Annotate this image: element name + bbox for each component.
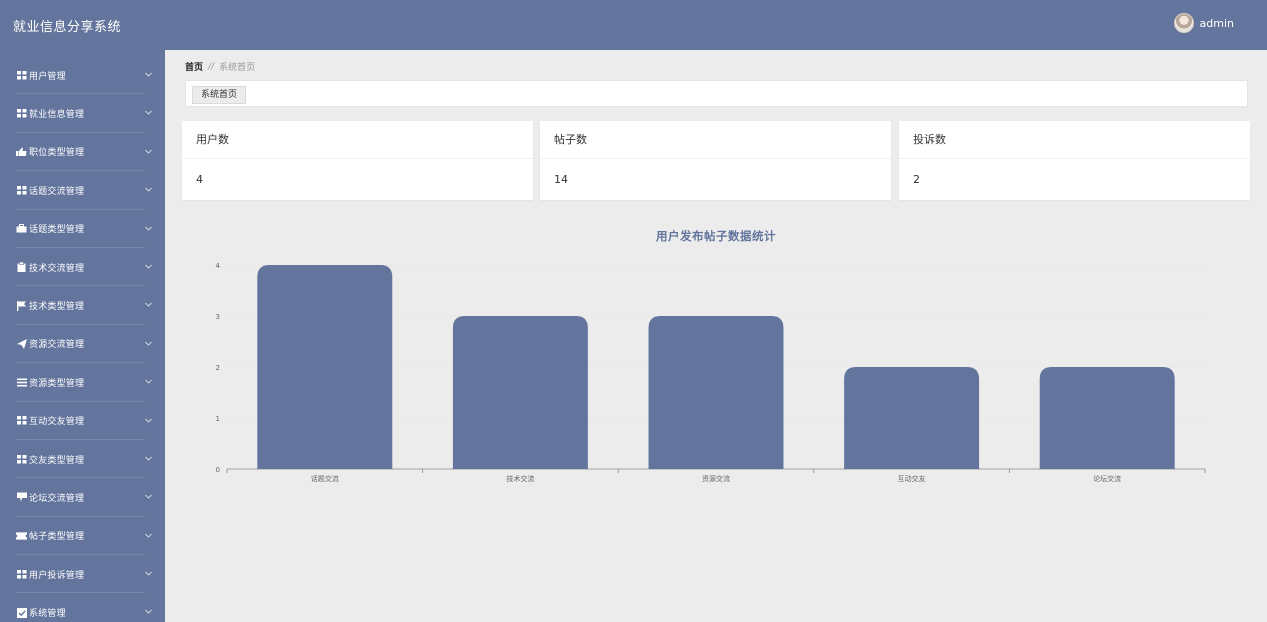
- breadcrumb-separator: //: [208, 61, 215, 72]
- stat-value: 4: [196, 173, 203, 186]
- x-tick-label: 互动交友: [898, 474, 926, 483]
- stat-value: 2: [913, 173, 920, 186]
- grid-icon: [16, 109, 27, 119]
- sidebar-item[interactable]: 用户管理: [0, 56, 165, 95]
- grid-icon: [16, 416, 27, 426]
- sidebar-item[interactable]: 用户投诉管理: [0, 555, 165, 594]
- chevron-down-icon: [145, 418, 152, 423]
- bar[interactable]: [648, 316, 784, 469]
- sidebar-item-label: 话题类型管理: [29, 225, 85, 236]
- sidebar-item[interactable]: 帖子类型管理: [0, 517, 165, 556]
- sidebar-item-label: 资源交流管理: [29, 340, 85, 351]
- y-tick-label: 1: [216, 415, 220, 423]
- top-bar: 就业信息分享系统 admin: [0, 0, 1267, 50]
- bar[interactable]: [1039, 367, 1175, 469]
- bar[interactable]: [257, 265, 393, 469]
- chevron-down-icon: [145, 494, 152, 499]
- grid-icon: [16, 454, 27, 464]
- sidebar-item[interactable]: 职位类型管理: [0, 133, 165, 172]
- stat-card-complaints: 投诉数 2: [899, 121, 1250, 200]
- chevron-down-icon: [145, 456, 152, 461]
- x-tick-label: 话题交流: [311, 474, 339, 483]
- chevron-down-icon: [145, 571, 152, 576]
- briefcase-icon: [16, 224, 27, 234]
- list-icon: [16, 377, 27, 387]
- x-tick-label: 论坛交流: [1093, 474, 1121, 483]
- chevron-down-icon: [145, 72, 152, 77]
- main-content: 首页 // 系统首页 系统首页 用户数 4 帖子数 14 投诉数 2 用户发布帖…: [165, 50, 1267, 622]
- stat-label: 帖子数: [540, 121, 891, 159]
- stat-card-users: 用户数 4: [182, 121, 533, 200]
- sidebar-item[interactable]: 就业信息管理: [0, 94, 165, 134]
- chevron-down-icon: [145, 610, 152, 615]
- chevron-down-icon: [145, 226, 152, 231]
- chart-canvas: 0 1 2 3 4 话题交流 技术交流 资源交流 互动交友 论坛交流: [216, 262, 1206, 483]
- sidebar-item-label: 技术交流管理: [29, 263, 85, 274]
- sidebar-item-label: 帖子类型管理: [29, 532, 85, 543]
- ticket-icon: [16, 531, 27, 541]
- bar-chart: 用户发布帖子数据统计 0 1 2 3 4 话题交流 技术交流 资源交流 互动交友 论坛交流: [165, 220, 1267, 490]
- sidebar-item-label: 技术类型管理: [29, 302, 85, 313]
- y-tick-label: 0: [216, 466, 220, 474]
- sidebar-item[interactable]: 资源交流管理: [0, 325, 165, 364]
- user-menu[interactable]: admin: [1173, 13, 1234, 33]
- send-icon: [16, 338, 27, 349]
- sidebar-item[interactable]: 话题交流管理: [0, 171, 165, 210]
- x-tick-label: 资源交流: [702, 474, 730, 483]
- sidebar-item-label: 交友类型管理: [29, 455, 85, 466]
- y-tick-label: 4: [216, 262, 221, 270]
- avatar[interactable]: [1173, 13, 1194, 33]
- breadcrumb-current: 系统首页: [219, 63, 256, 73]
- breadcrumb: 首页 // 系统首页: [185, 60, 256, 74]
- chevron-down-icon: [145, 303, 152, 307]
- breadcrumb-home[interactable]: 首页: [185, 60, 203, 73]
- bar[interactable]: [844, 367, 980, 469]
- chevron-down-icon: [145, 111, 152, 116]
- sidebar-item-label: 话题交流管理: [29, 186, 85, 197]
- chevron-down-icon: [145, 264, 152, 269]
- tab-home[interactable]: 系统首页: [192, 86, 247, 104]
- grid-icon: [16, 70, 27, 80]
- sidebar-item-label: 用户投诉管理: [29, 570, 85, 581]
- chevron-down-icon: [145, 187, 152, 192]
- sidebar-item-label: 用户管理: [29, 71, 66, 82]
- stat-label: 用户数: [182, 121, 533, 159]
- sidebar: 用户管理就业信息管理 职位类型管理 话题交流管理 话题类型管理 技术交流管理 技术类型管理…: [0, 50, 165, 622]
- sidebar-item[interactable]: 技术交流管理: [0, 248, 165, 287]
- app-title: 就业信息分享系统: [13, 20, 122, 35]
- chevron-down-icon: [145, 149, 152, 154]
- bar[interactable]: [452, 316, 588, 469]
- thumbs-up-icon: [16, 147, 27, 157]
- stat-card-posts: 帖子数 14: [540, 121, 891, 200]
- stat-label: 投诉数: [899, 121, 1250, 159]
- sidebar-item-label: 就业信息管理: [29, 110, 85, 121]
- clipboard-icon: [16, 262, 27, 273]
- grid-icon: [16, 569, 27, 579]
- flag-icon: [16, 300, 27, 311]
- sidebar-item[interactable]: 话题类型管理: [0, 210, 165, 249]
- sidebar-item-label: 资源类型管理: [29, 378, 85, 389]
- sidebar-item[interactable]: 技术类型管理: [0, 286, 165, 326]
- sidebar-item[interactable]: 论坛交流管理: [0, 478, 165, 518]
- sidebar-item[interactable]: 互动交友管理: [0, 402, 165, 441]
- y-tick-label: 3: [216, 313, 220, 321]
- comment-icon: [16, 492, 27, 502]
- chevron-down-icon: [145, 379, 152, 384]
- sidebar-item-label: 互动交友管理: [29, 417, 85, 428]
- y-tick-label: 2: [216, 364, 220, 372]
- checkbox-icon: [16, 607, 27, 618]
- x-tick-label: 技术交流: [506, 474, 534, 483]
- user-name[interactable]: admin: [1200, 17, 1234, 30]
- chevron-down-icon: [145, 533, 152, 538]
- sidebar-item-label: 职位类型管理: [29, 148, 85, 159]
- sidebar-item-label: 系统管理: [29, 609, 66, 620]
- stat-value: 14: [554, 173, 568, 186]
- sidebar-item[interactable]: 资源类型管理: [0, 363, 165, 402]
- chevron-down-icon: [145, 341, 152, 346]
- sidebar-item[interactable]: 系统管理: [0, 593, 165, 622]
- sidebar-item[interactable]: 交友类型管理: [0, 440, 165, 479]
- sidebar-item-label: 论坛交流管理: [29, 493, 85, 504]
- grid-icon: [16, 185, 27, 195]
- tabs-bar: 系统首页: [185, 80, 1248, 107]
